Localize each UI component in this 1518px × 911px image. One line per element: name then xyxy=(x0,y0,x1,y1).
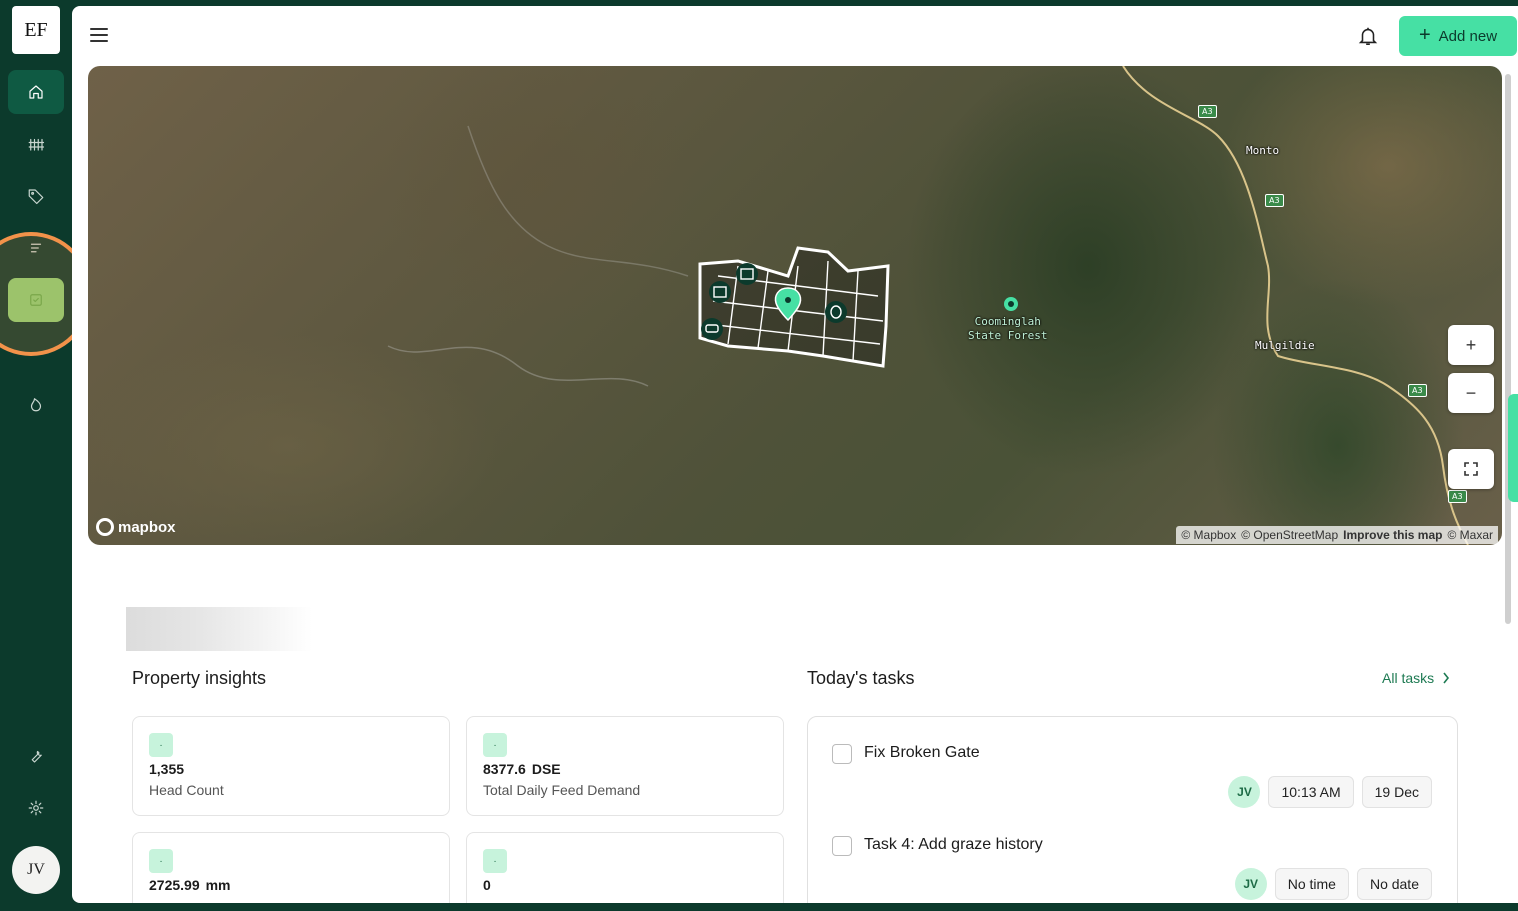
property-map[interactable]: Monto Mulgildie Coominglah State Forest … xyxy=(88,66,1502,545)
checkbox-icon xyxy=(30,294,42,306)
map-marker-shed[interactable] xyxy=(709,281,731,303)
blurred-property-name xyxy=(126,607,312,651)
attribution-mapbox-link[interactable]: © Mapbox xyxy=(1181,528,1236,542)
sidebar-item-tools[interactable] xyxy=(8,734,64,778)
insight-card-rainfall[interactable]: · 2725.99 mm xyxy=(132,832,450,903)
fullscreen-icon xyxy=(1464,462,1478,476)
list-icon xyxy=(30,243,42,253)
sidebar-item-activity[interactable] xyxy=(8,382,64,426)
task-date-chip[interactable]: 19 Dec xyxy=(1361,776,1432,808)
insight-card-fourth[interactable]: · 0 xyxy=(466,832,784,903)
insight-value: 8377.6 xyxy=(483,761,526,777)
map-attribution: © Mapbox © OpenStreetMap Improve this ma… xyxy=(1176,526,1498,544)
task-assignee-avatar: JV xyxy=(1228,776,1261,808)
task-date-chip[interactable]: No date xyxy=(1356,868,1432,900)
sidebar-item-tags[interactable] xyxy=(8,174,64,218)
place-label-mulgildie: Mulgildie xyxy=(1255,339,1315,352)
chevron-right-icon xyxy=(1443,672,1450,684)
task-title[interactable]: Task 4: Add graze history xyxy=(864,836,1043,854)
flame-icon xyxy=(30,398,42,412)
add-new-button[interactable]: + Add new xyxy=(1399,16,1517,56)
task-checkbox[interactable] xyxy=(832,836,852,856)
attribution-maxar-link[interactable]: © Maxar xyxy=(1447,528,1493,542)
tasks-title: Today's tasks xyxy=(807,668,915,688)
plus-icon: + xyxy=(1418,24,1431,46)
insight-unit: DSE xyxy=(531,761,561,777)
forest-pin-icon xyxy=(1004,297,1018,311)
insight-badge-icon: · xyxy=(483,849,507,873)
tasks-list: Fix Broken Gate JV 10:13 AM 19 Dec Task … xyxy=(807,716,1458,903)
task-time-chip[interactable]: No time xyxy=(1274,868,1349,900)
insight-card-feed-demand[interactable]: · 8377.6 DSE Total Daily Feed Demand xyxy=(466,716,784,816)
wrench-icon xyxy=(31,750,42,763)
tag-icon xyxy=(28,189,44,205)
sidebar-item-home[interactable] xyxy=(8,70,64,114)
task-meta: JV 10:13 AM 19 Dec xyxy=(1228,776,1432,808)
map-marker-tank[interactable] xyxy=(825,301,847,323)
sidebar-item-settings[interactable] xyxy=(8,786,64,830)
task-meta: JV No time No date xyxy=(1234,868,1432,900)
task-time-chip[interactable]: 10:13 AM xyxy=(1268,776,1354,808)
road-shield: A3 xyxy=(1265,194,1284,207)
sidebar: EF JV xyxy=(0,0,92,911)
map-marker-gate[interactable] xyxy=(736,263,758,285)
mapbox-logo[interactable]: mapbox xyxy=(96,518,176,536)
place-label-monto: Monto xyxy=(1246,144,1280,157)
home-icon xyxy=(29,85,43,99)
sidebar-item-list[interactable] xyxy=(8,226,64,270)
task-assignee-avatar: JV xyxy=(1234,868,1267,900)
notifications-bell-icon[interactable] xyxy=(1357,25,1379,47)
menu-icon[interactable] xyxy=(90,28,108,44)
place-label-forest: Coominglah State Forest xyxy=(968,315,1048,342)
insight-value: 2725.99 xyxy=(149,877,200,893)
insight-card-head-count[interactable]: · 1,355 Head Count xyxy=(132,716,450,816)
user-avatar[interactable]: JV xyxy=(12,846,60,894)
task-title[interactable]: Fix Broken Gate xyxy=(864,744,980,762)
all-tasks-link[interactable]: All tasks xyxy=(1382,670,1450,686)
road-shield: A3 xyxy=(1448,490,1467,503)
road-shield: A3 xyxy=(1408,384,1427,397)
insight-value: 0 xyxy=(483,877,491,893)
insight-badge-icon: · xyxy=(483,733,507,757)
insight-unit: mm xyxy=(205,877,231,893)
fence-icon xyxy=(28,138,45,151)
main-panel: + Add new Monto Mulgildie Coominglah Sta… xyxy=(72,6,1518,903)
insight-label: Total Daily Feed Demand xyxy=(483,782,641,798)
task-row[interactable]: Fix Broken Gate JV 10:13 AM 19 Dec xyxy=(832,744,1432,824)
scrollbar-thumb[interactable] xyxy=(1505,74,1511,624)
task-checkbox[interactable] xyxy=(832,744,852,764)
insight-badge-icon: · xyxy=(149,849,173,873)
insight-badge-icon: · xyxy=(149,733,173,757)
improve-map-link[interactable]: Improve this map xyxy=(1343,528,1442,542)
road-shield: A3 xyxy=(1198,105,1217,118)
sidebar-item-tasks[interactable] xyxy=(8,278,64,322)
zoom-in-button[interactable]: + xyxy=(1448,325,1494,365)
gear-icon xyxy=(28,800,44,816)
fullscreen-button[interactable] xyxy=(1448,449,1494,489)
sidebar-item-paddocks[interactable] xyxy=(8,122,64,166)
mapbox-logo-icon xyxy=(96,518,114,536)
side-drawer-handle[interactable] xyxy=(1508,394,1518,502)
attribution-osm-link[interactable]: © OpenStreetMap xyxy=(1241,528,1338,542)
insight-value: 1,355 xyxy=(149,761,185,777)
insights-title: Property insights xyxy=(132,668,267,688)
map-marker-trough[interactable] xyxy=(701,318,723,340)
map-overlay xyxy=(387,66,1469,545)
app-logo[interactable]: EF xyxy=(12,6,60,54)
zoom-out-button[interactable]: − xyxy=(1448,373,1494,413)
insight-label: Head Count xyxy=(149,782,224,798)
task-row[interactable]: Task 4: Add graze history JV No time No … xyxy=(832,836,1432,903)
